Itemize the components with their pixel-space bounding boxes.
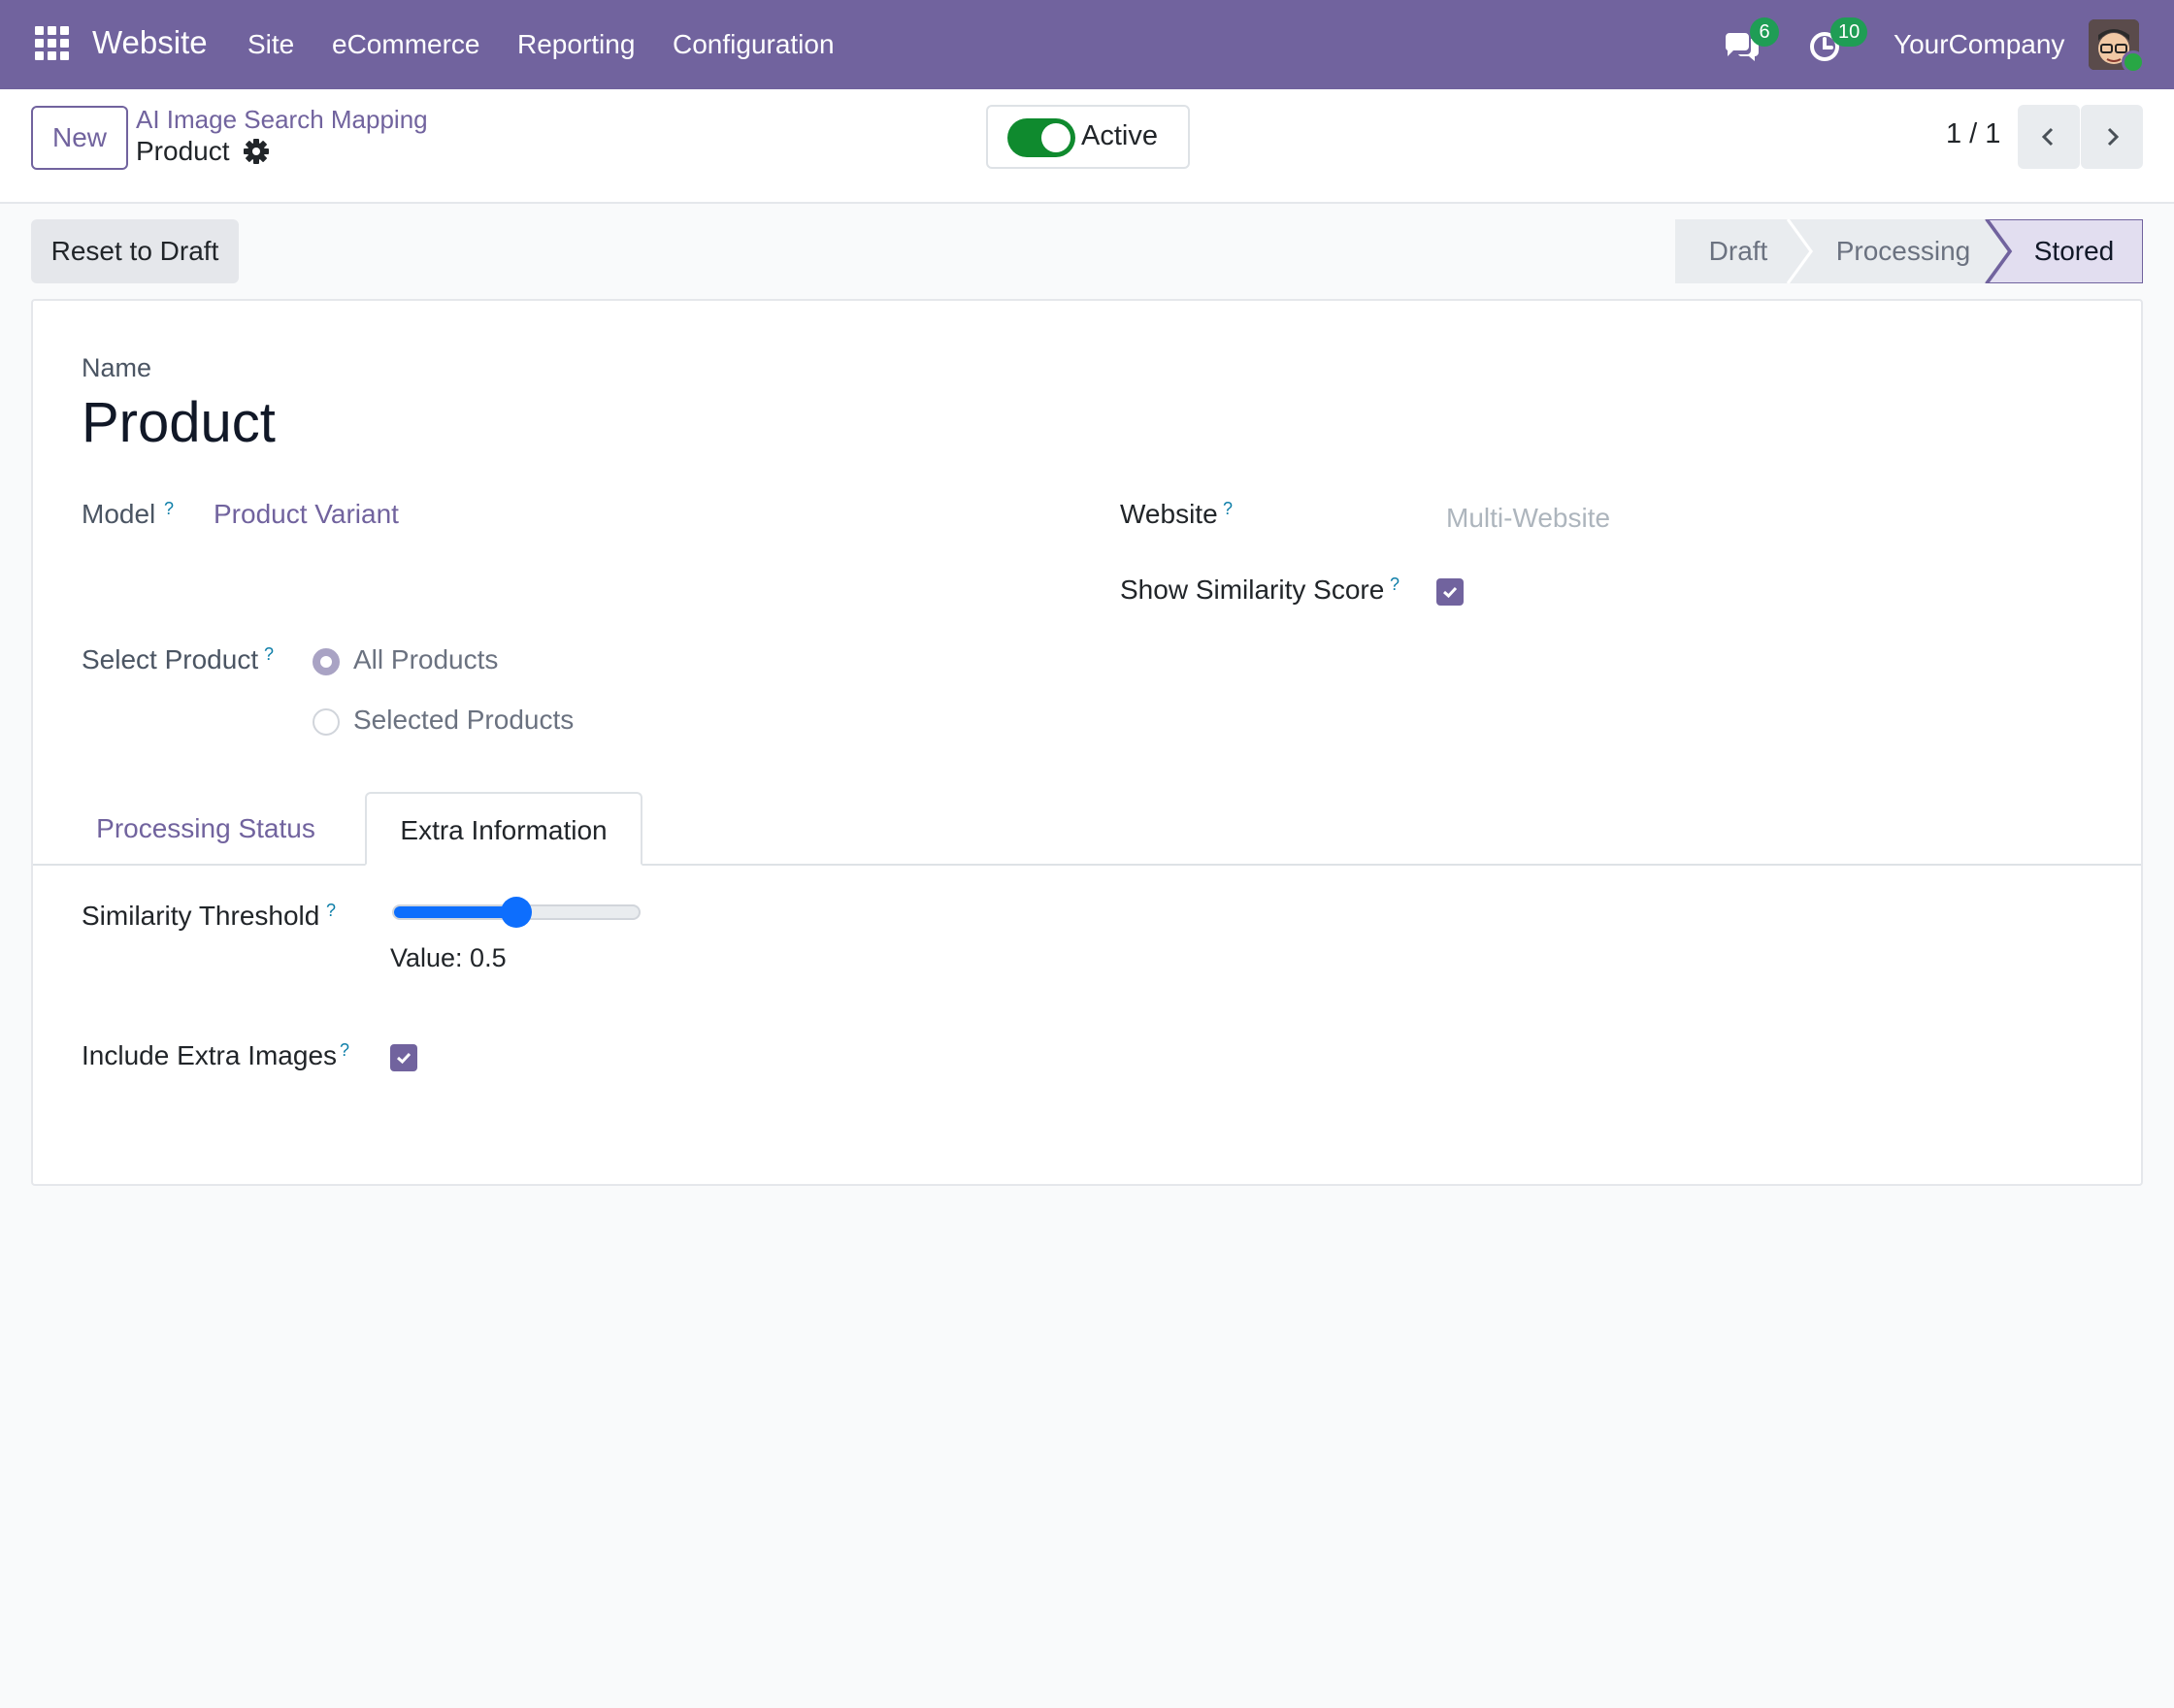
model-help-icon[interactable]: ?	[164, 499, 174, 519]
new-button[interactable]: New	[31, 106, 128, 170]
similarity-threshold-slider[interactable]	[392, 897, 641, 928]
status-bar: Draft Processing Stored	[1675, 219, 2143, 283]
menu-site[interactable]: Site	[247, 29, 294, 60]
include-extra-images-label: Include Extra Images	[82, 1040, 338, 1070]
similarity-threshold-label: Similarity Threshold	[82, 901, 320, 931]
radio-selected-products-label[interactable]: Selected Products	[353, 705, 574, 736]
show-similarity-checkbox[interactable]	[1436, 578, 1464, 606]
select-product-label: Select Product	[82, 644, 259, 674]
check-icon	[1443, 586, 1458, 599]
chevron-left-icon	[2041, 127, 2054, 147]
top-navbar: Website Site eCommerce Reporting Configu…	[0, 0, 2174, 89]
check-icon	[397, 1052, 412, 1065]
similarity-threshold-value: Value: 0.5	[390, 943, 507, 972]
slider-fill	[394, 906, 516, 918]
model-field[interactable]: Product Variant	[214, 499, 399, 530]
next-record-button[interactable]	[2081, 105, 2143, 169]
form-sheet: Name Product Model ? Product Variant Web…	[31, 299, 2143, 1186]
presence-indicator	[2122, 50, 2145, 74]
active-toggle[interactable]: Active	[986, 105, 1190, 169]
tabs-divider	[33, 864, 2141, 866]
app-name[interactable]: Website	[92, 24, 208, 61]
include-extra-images-help-icon[interactable]: ?	[340, 1040, 349, 1061]
similarity-threshold-help-icon[interactable]: ?	[326, 901, 336, 921]
radio-selected-products[interactable]	[313, 708, 340, 736]
radio-all-products[interactable]	[313, 648, 340, 675]
active-switch[interactable]	[1007, 118, 1075, 157]
website-help-icon[interactable]: ?	[1223, 499, 1233, 519]
select-product-help-icon[interactable]: ?	[264, 644, 274, 665]
name-field[interactable]: Product	[82, 390, 276, 455]
gear-icon[interactable]	[243, 138, 270, 165]
menu-ecommerce[interactable]: eCommerce	[332, 29, 479, 60]
reset-to-draft-button[interactable]: Reset to Draft	[31, 219, 239, 283]
messages-badge: 6	[1750, 17, 1779, 47]
previous-record-button[interactable]	[2018, 105, 2080, 169]
apps-grid-icon[interactable]	[32, 23, 71, 62]
menu-configuration[interactable]: Configuration	[673, 29, 835, 60]
website-label: Website	[1120, 499, 1218, 529]
tab-processing-status[interactable]: Processing Status	[82, 792, 330, 866]
show-similarity-help-icon[interactable]: ?	[1390, 575, 1400, 595]
model-label: Model	[82, 499, 156, 529]
include-extra-images-checkbox[interactable]	[390, 1044, 417, 1071]
active-label: Active	[1081, 120, 1158, 151]
stage-processing[interactable]: Processing	[1811, 219, 1995, 283]
control-panel: New AI Image Search Mapping Product Acti…	[0, 89, 2174, 204]
activities-badge: 10	[1830, 17, 1868, 47]
slider-thumb[interactable]	[501, 897, 532, 928]
name-label: Name	[82, 353, 152, 382]
breadcrumb-parent[interactable]: AI Image Search Mapping	[136, 105, 428, 135]
company-switcher[interactable]: YourCompany	[1894, 29, 2064, 60]
stage-draft[interactable]: Draft	[1675, 219, 1801, 283]
chevron-right-icon	[2107, 127, 2120, 147]
breadcrumb-current: Product	[136, 136, 230, 166]
show-similarity-label: Show Similarity Score	[1120, 575, 1385, 605]
menu-reporting[interactable]: Reporting	[517, 29, 635, 60]
pager-value[interactable]: 1 / 1	[1946, 118, 2000, 150]
website-field[interactable]: Multi-Website	[1446, 503, 1610, 534]
radio-all-products-label[interactable]: All Products	[353, 644, 498, 675]
stage-stored[interactable]: Stored	[2005, 219, 2143, 283]
tab-extra-information[interactable]: Extra Information	[365, 792, 642, 866]
